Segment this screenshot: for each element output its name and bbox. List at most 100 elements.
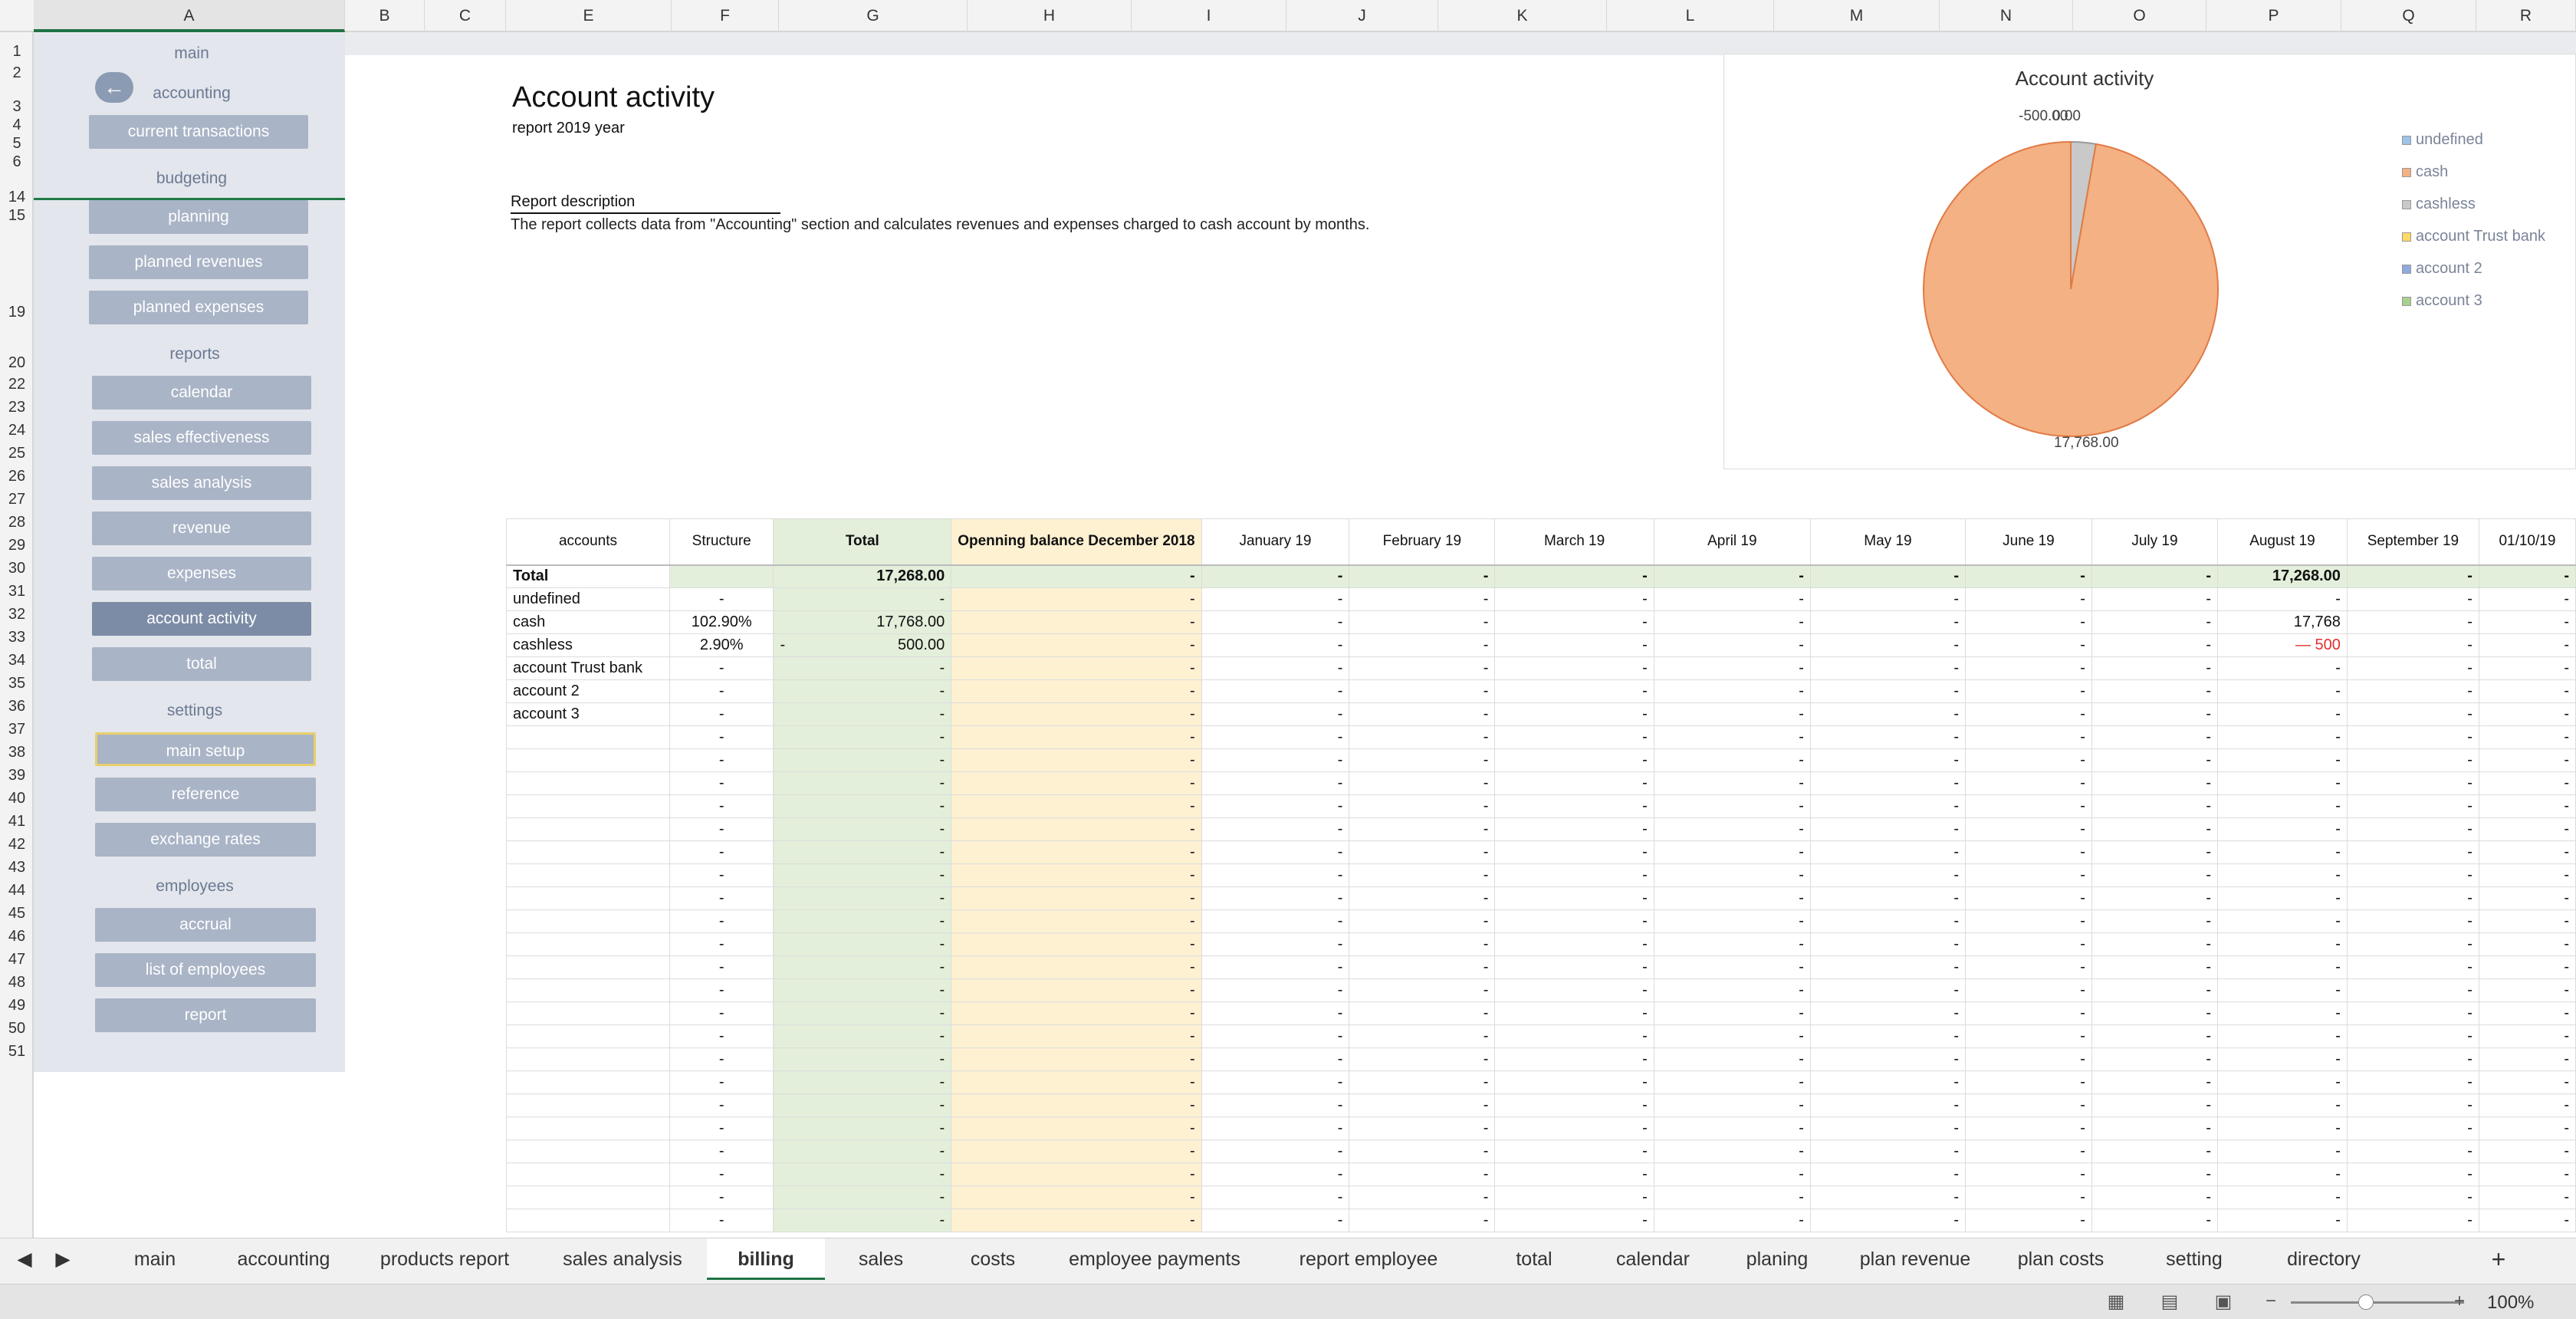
table-cell[interactable]: - [669, 679, 774, 703]
table-cell[interactable] [506, 1209, 670, 1232]
column-header-K[interactable]: K [1438, 0, 1607, 32]
zoom-out-button[interactable]: − [2254, 1291, 2288, 1314]
table-cell[interactable]: - [1349, 863, 1496, 887]
table-cell[interactable]: - [773, 1163, 952, 1186]
table-cell[interactable]: - [1653, 817, 1811, 841]
table-cell[interactable]: - [1201, 1163, 1350, 1186]
table-cell[interactable]: - [1964, 1071, 2092, 1094]
table-cell[interactable]: - [669, 587, 774, 611]
table-cell[interactable]: - [773, 725, 952, 749]
table-cell[interactable]: - [2091, 1163, 2219, 1186]
table-cell[interactable]: - [2478, 979, 2576, 1002]
row-header-20[interactable]: 20 [0, 354, 32, 372]
table-cell[interactable]: - [2346, 909, 2479, 933]
table-cell[interactable]: - [2091, 725, 2219, 749]
table-cell[interactable]: - [1964, 1209, 2092, 1232]
table-cell[interactable]: - [1349, 817, 1496, 841]
table-cell[interactable]: - [1809, 725, 1966, 749]
table-cell[interactable]: - [2091, 1186, 2219, 1209]
row-header-45[interactable]: 45 [0, 905, 32, 923]
table-cell[interactable]: - [669, 1140, 774, 1163]
table-cell[interactable]: - [1349, 886, 1496, 910]
table-cell[interactable]: - [1653, 794, 1811, 818]
row-header-35[interactable]: 35 [0, 675, 32, 692]
table-cell[interactable]: - [2478, 956, 2576, 979]
column-header-N[interactable]: N [1940, 0, 2073, 32]
table-cell[interactable]: - [951, 610, 1202, 634]
table-cell[interactable]: - [951, 1025, 1202, 1048]
table-cell[interactable]: - [1964, 702, 2092, 726]
table-cell[interactable]: - [2478, 1002, 2576, 1025]
table-cell[interactable]: - [2346, 817, 2479, 841]
table-cell[interactable]: - [951, 679, 1202, 703]
table-cell[interactable]: - [1964, 748, 2092, 772]
table-cell[interactable]: - [1964, 794, 2092, 818]
table-cell[interactable]: - [1349, 1025, 1496, 1048]
table-cell[interactable]: - [773, 817, 952, 841]
table-cell[interactable]: - [1653, 1094, 1811, 1117]
table-cell[interactable]: - [2091, 1071, 2219, 1094]
row-header-38[interactable]: 38 [0, 744, 32, 761]
table-cell[interactable]: - [773, 1002, 952, 1025]
table-cell[interactable]: - [1809, 909, 1966, 933]
table-cell[interactable]: - [2346, 610, 2479, 634]
table-cell[interactable]: - [2346, 1025, 2479, 1048]
table-cell[interactable] [506, 771, 670, 795]
row-header-22[interactable]: 22 [0, 376, 32, 393]
table-cell[interactable]: - [1653, 886, 1811, 910]
table-cell[interactable]: - [1809, 1117, 1966, 1140]
table-cell[interactable]: - [2217, 771, 2348, 795]
table-cell[interactable]: - [2217, 886, 2348, 910]
table-cell[interactable]: - [1653, 956, 1811, 979]
table-cell[interactable]: - [2478, 1117, 2576, 1140]
table-cell[interactable]: - [1964, 656, 2092, 680]
row-header-6[interactable]: 6 [0, 153, 32, 171]
table-cell[interactable]: - [1349, 1186, 1496, 1209]
table-cell[interactable] [506, 863, 670, 887]
table-cell[interactable]: - [1964, 1186, 2092, 1209]
row-header-40[interactable]: 40 [0, 790, 32, 808]
table-cell[interactable]: - [669, 1048, 774, 1071]
column-header-J[interactable]: J [1286, 0, 1438, 32]
table-cell[interactable] [506, 1186, 670, 1209]
table-cell[interactable]: - [2346, 1002, 2479, 1025]
table-cell[interactable]: account 2 [506, 679, 670, 703]
table-cell[interactable]: - [2478, 1094, 2576, 1117]
table-cell[interactable]: - [669, 909, 774, 933]
table-cell[interactable]: - [1809, 1002, 1966, 1025]
row-header-41[interactable]: 41 [0, 813, 32, 831]
row-header-25[interactable]: 25 [0, 445, 32, 462]
table-cell[interactable]: - [1494, 1002, 1654, 1025]
table-cell[interactable]: account 3 [506, 702, 670, 726]
zoom-in-button[interactable]: + [2443, 1291, 2476, 1314]
nav-button-reference[interactable]: reference [95, 778, 316, 811]
table-cell[interactable]: - [1201, 1025, 1350, 1048]
table-cell[interactable]: - [669, 1025, 774, 1048]
table-cell[interactable]: - [2478, 794, 2576, 818]
table-cell[interactable]: - [1653, 1140, 1811, 1163]
table-cell[interactable]: - [2478, 1071, 2576, 1094]
row-header-4[interactable]: 4 [0, 117, 32, 134]
column-header-C[interactable]: C [425, 0, 506, 32]
table-cell[interactable] [506, 1117, 670, 1140]
row-header-42[interactable]: 42 [0, 836, 32, 854]
table-cell[interactable]: - [2346, 979, 2479, 1002]
table-cell[interactable]: - [951, 979, 1202, 1002]
table-cell[interactable]: - [1201, 956, 1350, 979]
table-cell[interactable]: - [773, 656, 952, 680]
table-cell[interactable]: - [2217, 1002, 2348, 1025]
row-header-30[interactable]: 30 [0, 560, 32, 577]
table-cell[interactable]: - [1201, 771, 1350, 795]
table-cell[interactable]: - [669, 886, 774, 910]
table-cell[interactable]: - [1201, 610, 1350, 634]
sheet-tab-directory[interactable]: directory [2257, 1238, 2390, 1280]
table-cell[interactable]: - [773, 956, 952, 979]
table-cell[interactable]: - [1201, 1002, 1350, 1025]
table-cell[interactable]: - [669, 840, 774, 864]
row-header-19[interactable]: 19 [0, 304, 32, 321]
row-header-51[interactable]: 51 [0, 1043, 32, 1061]
table-cell[interactable]: - [1201, 794, 1350, 818]
table-cell[interactable]: - [1809, 1163, 1966, 1186]
table-cell[interactable]: - [669, 794, 774, 818]
nav-button-planned-revenues[interactable]: planned revenues [89, 245, 308, 279]
